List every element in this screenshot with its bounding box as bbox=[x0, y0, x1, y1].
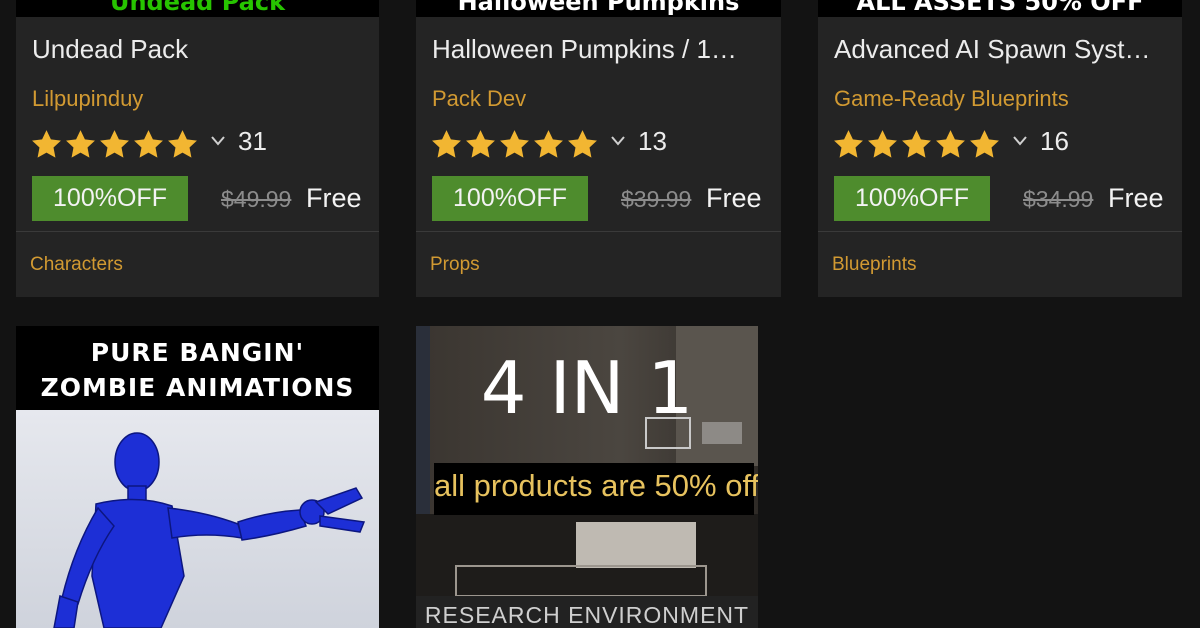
banner-line-2: ZOMBIE ANIMATIONS bbox=[40, 373, 355, 402]
rating-stars bbox=[430, 128, 599, 161]
rating-stars bbox=[30, 128, 199, 161]
promo-text: all products are 50% off bbox=[434, 468, 758, 503]
product-thumbnail[interactable]: Halloween Pumpkins bbox=[416, 0, 781, 17]
star-icon bbox=[568, 130, 597, 158]
review-count: 31 bbox=[238, 126, 267, 156]
original-price: $49.99 bbox=[221, 186, 292, 212]
zombie-thumbnail-art bbox=[16, 326, 379, 628]
discount-badge: 100%OFF bbox=[432, 176, 588, 221]
star-icon bbox=[100, 130, 129, 158]
star-icon bbox=[868, 130, 897, 158]
seller-name[interactable]: Game-Ready Blueprints bbox=[834, 86, 1069, 112]
seller-name[interactable]: Lilpupinduy bbox=[32, 86, 143, 112]
thumbnail-text: ALL ASSETS 50% OFF bbox=[856, 0, 1144, 16]
product-card-advanced-ai-spawn[interactable]: ALL ASSETS 50% OFF Advanced AI Spawn Sys… bbox=[818, 0, 1182, 297]
category-link[interactable]: Characters bbox=[30, 254, 123, 276]
category-link[interactable]: Blueprints bbox=[832, 254, 917, 276]
star-icon bbox=[902, 130, 931, 158]
current-price: Free bbox=[706, 183, 762, 213]
seller-name[interactable]: Pack Dev bbox=[432, 86, 526, 112]
product-title[interactable]: Advanced AI Spawn Syst… bbox=[834, 34, 1166, 65]
original-price: $34.99 bbox=[1023, 186, 1094, 212]
headline-text: 4 IN 1 bbox=[480, 346, 694, 430]
divider bbox=[818, 231, 1182, 232]
discount-badge: 100%OFF bbox=[32, 176, 188, 221]
star-icon bbox=[134, 130, 163, 158]
product-thumbnail[interactable]: Undead Pack bbox=[16, 0, 379, 17]
star-icon bbox=[834, 130, 863, 158]
review-count: 16 bbox=[1040, 126, 1069, 156]
original-price: $39.99 bbox=[621, 186, 692, 212]
chevron-down-icon[interactable] bbox=[210, 134, 226, 148]
product-thumbnail[interactable]: ALL ASSETS 50% OFF bbox=[818, 0, 1182, 17]
star-icon bbox=[970, 130, 999, 158]
star-icon bbox=[66, 130, 95, 158]
star-icon bbox=[500, 130, 529, 158]
divider bbox=[16, 231, 379, 232]
star-icon bbox=[534, 130, 563, 158]
star-icon bbox=[168, 130, 197, 158]
review-count: 13 bbox=[638, 126, 667, 156]
star-icon bbox=[432, 130, 461, 158]
product-title[interactable]: Halloween Pumpkins / 1… bbox=[432, 34, 765, 65]
thumbnail-text: Undead Pack bbox=[109, 0, 286, 16]
product-thumbnail-research-environment[interactable]: 4 IN 1 all products are 50% off RESEARCH… bbox=[416, 326, 758, 628]
divider bbox=[416, 231, 781, 232]
star-icon bbox=[32, 130, 61, 158]
product-thumbnail-zombie-animations[interactable]: PURE BANGIN' ZOMBIE ANIMATIONS bbox=[16, 326, 379, 628]
chevron-down-icon[interactable] bbox=[1012, 134, 1028, 148]
product-card-undead-pack[interactable]: Undead Pack Undead Pack Lilpupinduy 31 1… bbox=[16, 0, 379, 297]
product-card-halloween-pumpkins[interactable]: Halloween Pumpkins Halloween Pumpkins / … bbox=[416, 0, 781, 297]
chevron-down-icon[interactable] bbox=[610, 134, 626, 148]
rating-stars bbox=[832, 128, 1001, 161]
current-price: Free bbox=[1108, 183, 1164, 213]
star-icon bbox=[936, 130, 965, 158]
banner-line-1: PURE BANGIN' bbox=[90, 338, 305, 367]
discount-badge: 100%OFF bbox=[834, 176, 990, 221]
current-price: Free bbox=[306, 183, 362, 213]
footer-text: RESEARCH ENVIRONMENT bbox=[424, 602, 750, 628]
product-title[interactable]: Undead Pack bbox=[32, 34, 363, 65]
thumbnail-text: Halloween Pumpkins bbox=[457, 0, 740, 16]
star-icon bbox=[466, 130, 495, 158]
category-link[interactable]: Props bbox=[430, 254, 480, 276]
